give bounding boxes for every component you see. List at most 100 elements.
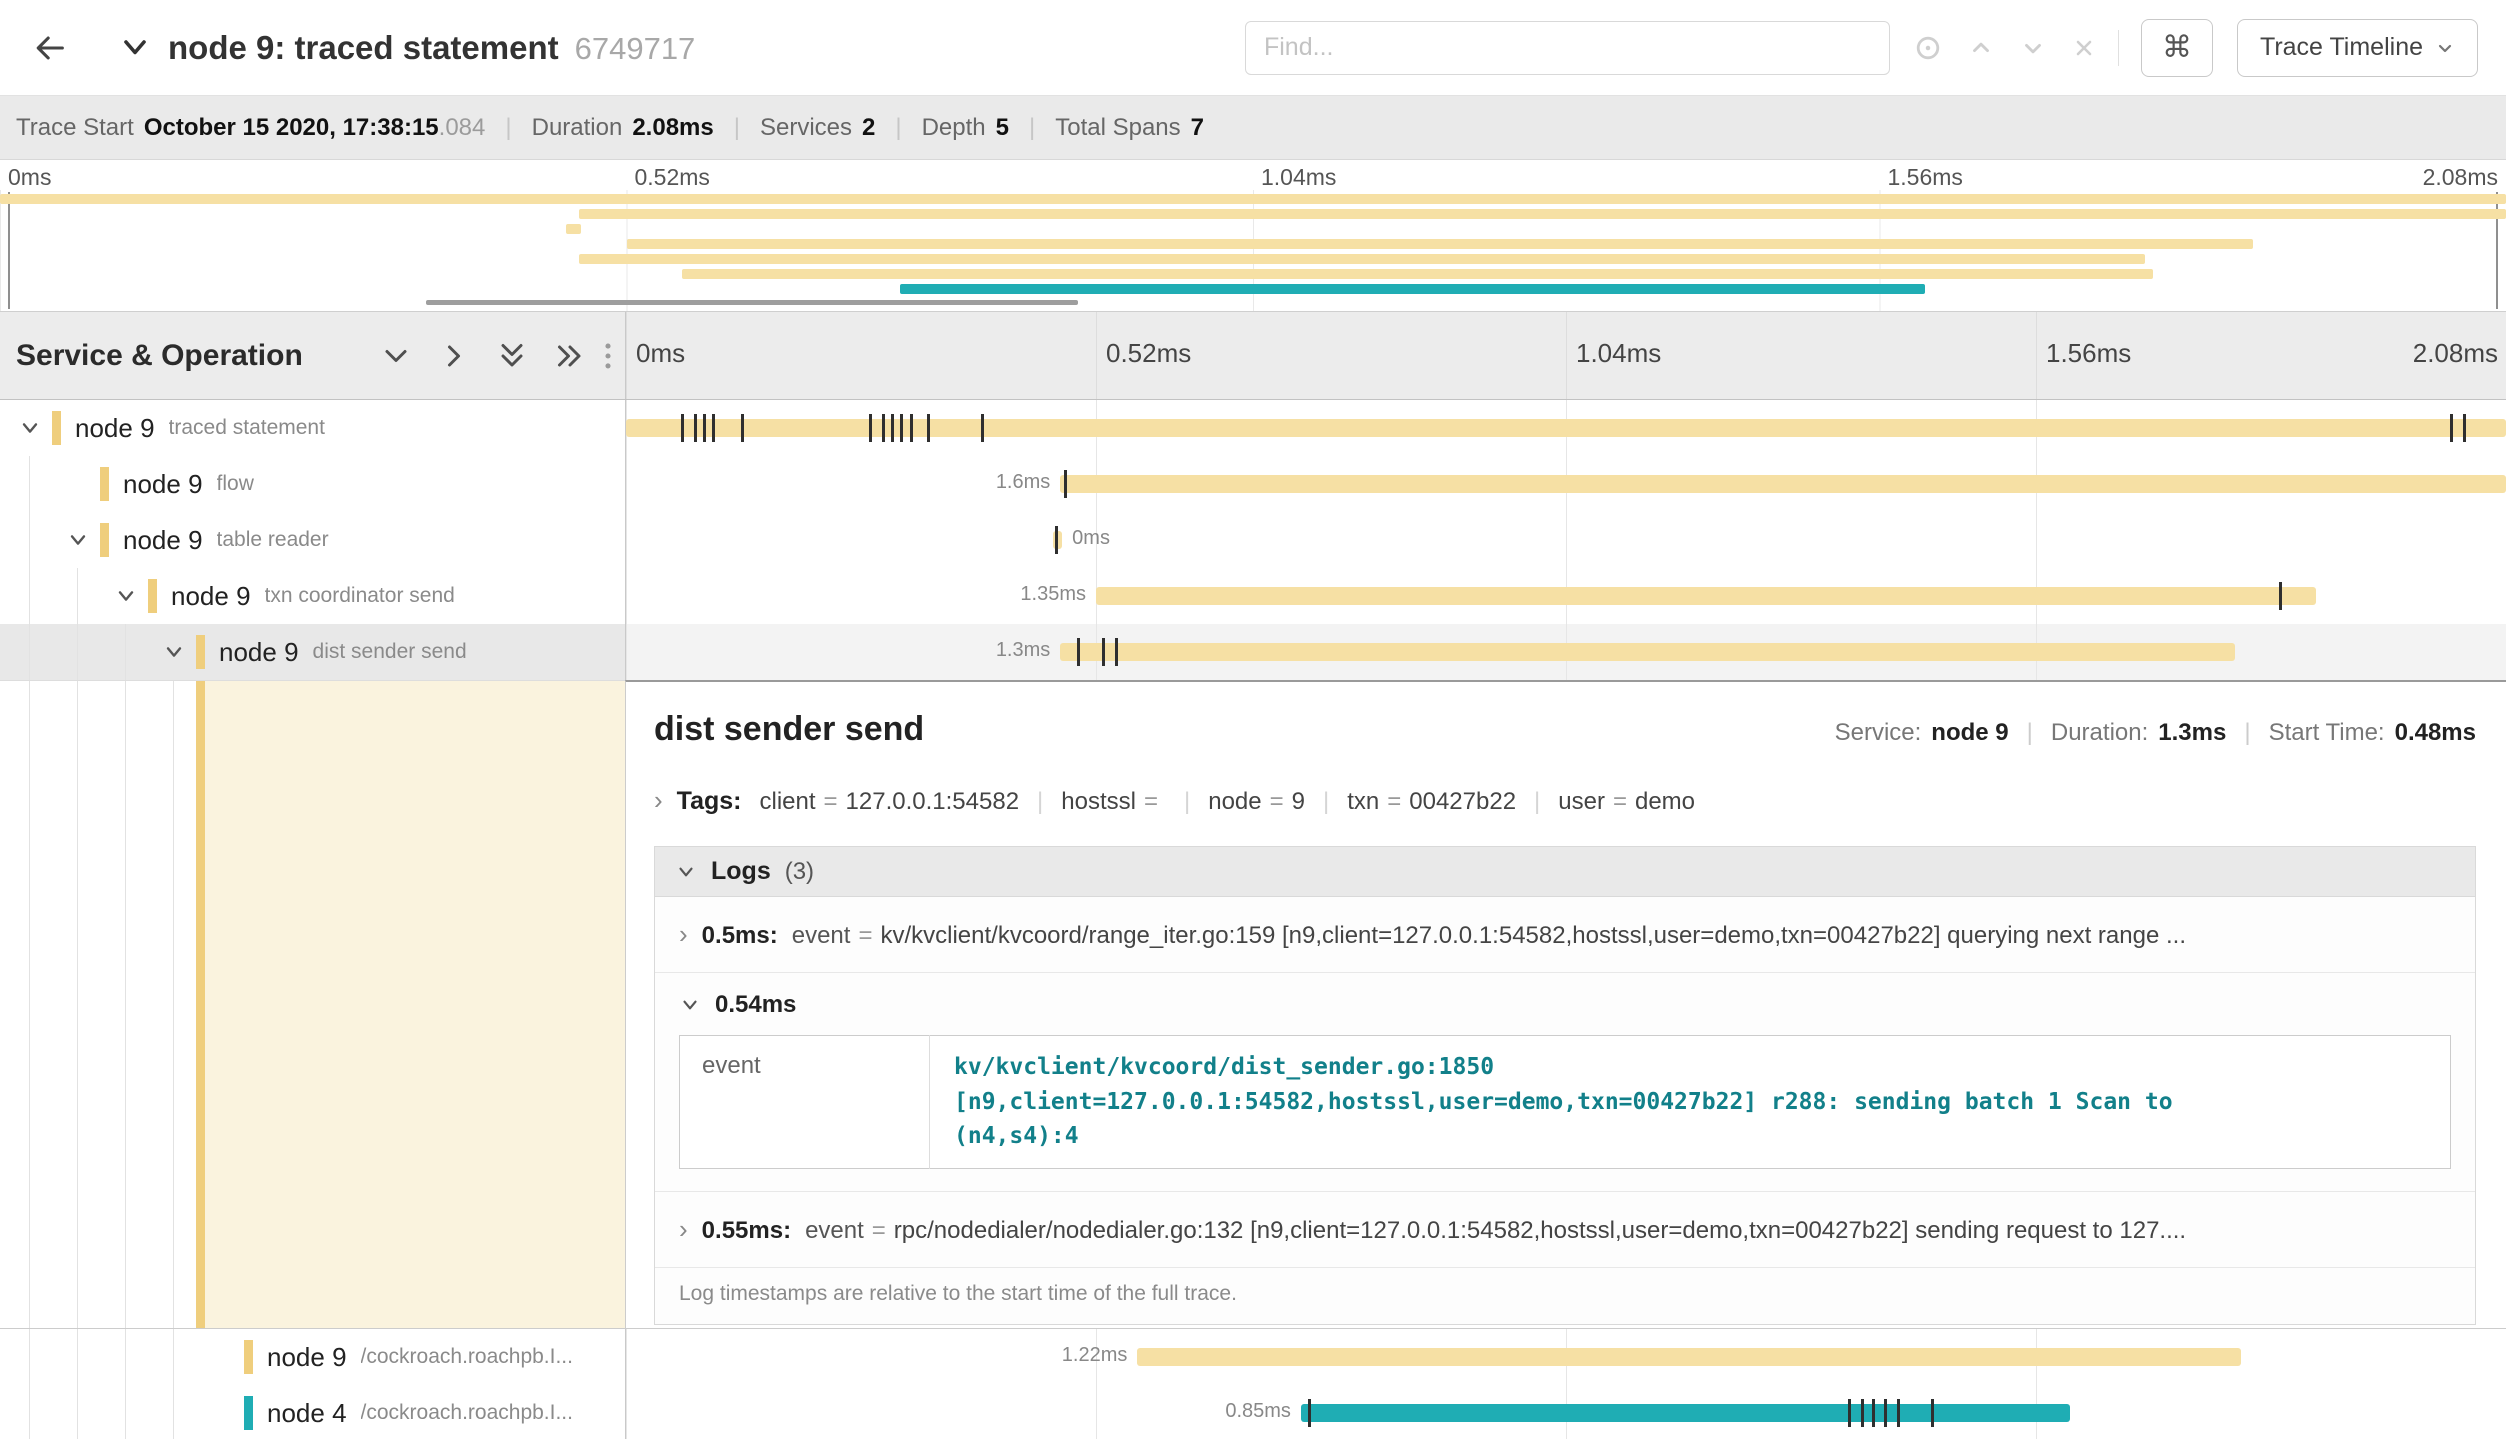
span-track[interactable]: 1.35ms: [625, 568, 2506, 624]
service-label: Service:: [1835, 719, 1922, 747]
span-row[interactable]: node 9 txn coordinator send 1.35ms: [0, 568, 2506, 624]
keyboard-shortcuts-button[interactable]: ⌘: [2141, 19, 2213, 77]
trace-start-label: Trace Start: [16, 114, 134, 142]
span-duration-label: 1.22ms: [1062, 1344, 1128, 1367]
expand-one-level-icon[interactable]: [381, 341, 411, 371]
minimap-tick-label: 0.52ms: [635, 164, 710, 191]
span-name-cell[interactable]: node 9 traced statement: [0, 400, 625, 456]
span-log-tick: [1064, 470, 1067, 498]
span-track[interactable]: [625, 400, 2506, 456]
span-row[interactable]: node 4 /cockroach.roachpb.I... 0.85ms: [0, 1385, 2506, 1439]
collapse-chevron-icon[interactable]: [66, 528, 100, 552]
span-log-tick: [1931, 1399, 1934, 1427]
depth-value: 5: [996, 114, 1009, 142]
locate-icon[interactable]: [1914, 34, 1942, 62]
view-selector-button[interactable]: Trace Timeline: [2237, 19, 2478, 77]
chevron-right-icon: ›: [679, 919, 688, 949]
log-key: event: [792, 922, 851, 949]
trace-minimap[interactable]: 0ms 0.52ms 1.04ms 1.56ms 2.08ms: [0, 160, 2506, 312]
selected-span-subtree-band: [205, 681, 625, 1328]
minimap-ticks: 0ms 0.52ms 1.04ms 1.56ms 2.08ms: [0, 160, 2506, 190]
indent-guide: [77, 1329, 78, 1385]
span-detail-row: dist sender send Service: node 9 | Durat…: [0, 680, 2506, 1329]
indent-guide: [29, 624, 30, 680]
chevron-down-icon: [675, 861, 697, 883]
span-name-cell[interactable]: node 9 dist sender send: [0, 624, 625, 680]
span-row[interactable]: node 9 /cockroach.roachpb.I... 1.22ms: [0, 1329, 2506, 1385]
logs-accordion-header[interactable]: Logs (3): [655, 847, 2475, 897]
service-name: node 4: [267, 1398, 347, 1429]
log-time: 0.54ms: [715, 991, 796, 1019]
minimap-left-handle[interactable]: [8, 192, 10, 309]
back-button[interactable]: [28, 25, 74, 71]
span-name-cell[interactable]: node 9 table reader: [0, 512, 625, 568]
span-track[interactable]: 1.6ms: [625, 456, 2506, 512]
operation-name: traced statement: [169, 416, 325, 440]
ruler-tick-label: 0ms: [636, 338, 685, 369]
service-color-swatch: [244, 1396, 253, 1430]
span-bar[interactable]: [1301, 1404, 2070, 1422]
tag-item: node=9: [1208, 788, 1305, 816]
column-resizer[interactable]: [601, 339, 615, 373]
span-bar[interactable]: [1096, 587, 2316, 605]
span-name-cell[interactable]: node 4 /cockroach.roachpb.I...: [0, 1385, 625, 1439]
span-track[interactable]: 0.85ms: [625, 1385, 2506, 1439]
indent-guide: [77, 624, 78, 680]
log-value: rpc/nodedialer/nodedialer.go:132 [n9,cli…: [894, 1217, 2186, 1244]
collapse-one-level-icon[interactable]: [439, 341, 469, 371]
service-color-swatch: [52, 411, 61, 445]
span-bar[interactable]: [1137, 1348, 2241, 1366]
expand-all-icon[interactable]: [497, 341, 527, 371]
span-log-tick: [703, 414, 706, 442]
next-result-icon[interactable]: [2020, 35, 2046, 61]
span-row[interactable]: node 9 flow 1.6ms: [0, 456, 2506, 512]
indent-guide: [29, 512, 30, 568]
span-track[interactable]: 1.22ms: [625, 1329, 2506, 1385]
clear-find-icon[interactable]: [2072, 36, 2096, 60]
prev-result-icon[interactable]: [1968, 35, 1994, 61]
collapse-chevron-icon[interactable]: [162, 640, 196, 664]
span-row[interactable]: node 9 dist sender send 1.3ms: [0, 624, 2506, 680]
log-entry[interactable]: 0.54ms: [679, 991, 2451, 1019]
operation-name: flow: [217, 472, 254, 496]
minimap-span-bar: [566, 224, 581, 234]
operation-name: table reader: [217, 528, 329, 552]
timeline-ruler: 0ms 0.52ms 1.04ms 1.56ms 2.08ms: [625, 312, 2506, 399]
tag-divider: |: [1184, 788, 1190, 816]
span-log-tick: [741, 414, 744, 442]
collapse-chevron-icon[interactable]: [114, 584, 148, 608]
log-entry[interactable]: ›0.5ms:event=kv/kvclient/kvcoord/range_i…: [655, 897, 2475, 973]
span-duration-label: 0ms: [1072, 527, 1110, 550]
span-log-tick: [2450, 414, 2453, 442]
tags-accordion[interactable]: › Tags: client=127.0.0.1:54582 | hostssl…: [654, 785, 2476, 816]
collapse-all-icon[interactable]: [555, 341, 585, 371]
log-entry[interactable]: ›0.55ms:event=rpc/nodedialer/nodedialer.…: [655, 1192, 2475, 1268]
indent-guide: [29, 568, 30, 624]
indent-guide: [173, 1329, 174, 1385]
span-log-tick: [1884, 1399, 1887, 1427]
span-bar[interactable]: [626, 419, 2506, 437]
start-time-value: 0.48ms: [2395, 719, 2476, 747]
ruler-tick-label: 0.52ms: [1106, 338, 1191, 369]
indent-guide: [173, 681, 174, 1328]
span-row[interactable]: node 9 traced statement: [0, 400, 2506, 456]
span-track[interactable]: 1.3ms: [625, 624, 2506, 680]
span-bar[interactable]: [1060, 475, 2506, 493]
span-row[interactable]: node 9 table reader 0ms: [0, 512, 2506, 568]
span-track[interactable]: 0ms: [625, 512, 2506, 568]
header-divider: [2118, 30, 2119, 66]
service-name: node 9: [123, 525, 203, 556]
span-bar[interactable]: [1060, 643, 2235, 661]
trace-collapse-chevron-icon[interactable]: [120, 33, 150, 63]
ruler-tick-label: 1.04ms: [1576, 338, 1661, 369]
span-name-cell[interactable]: node 9 txn coordinator send: [0, 568, 625, 624]
log-time: 0.55ms:: [702, 1217, 791, 1244]
collapse-chevron-icon[interactable]: [18, 416, 52, 440]
top-bar: node 9: traced statement6749717 ⌘: [0, 0, 2506, 96]
find-input[interactable]: [1245, 21, 1890, 75]
duration-value: 2.08ms: [632, 114, 713, 142]
log-key: event: [805, 1217, 864, 1244]
minimap-canvas[interactable]: [0, 190, 2506, 311]
span-name-cell[interactable]: node 9 flow: [0, 456, 625, 512]
span-name-cell[interactable]: node 9 /cockroach.roachpb.I...: [0, 1329, 625, 1385]
